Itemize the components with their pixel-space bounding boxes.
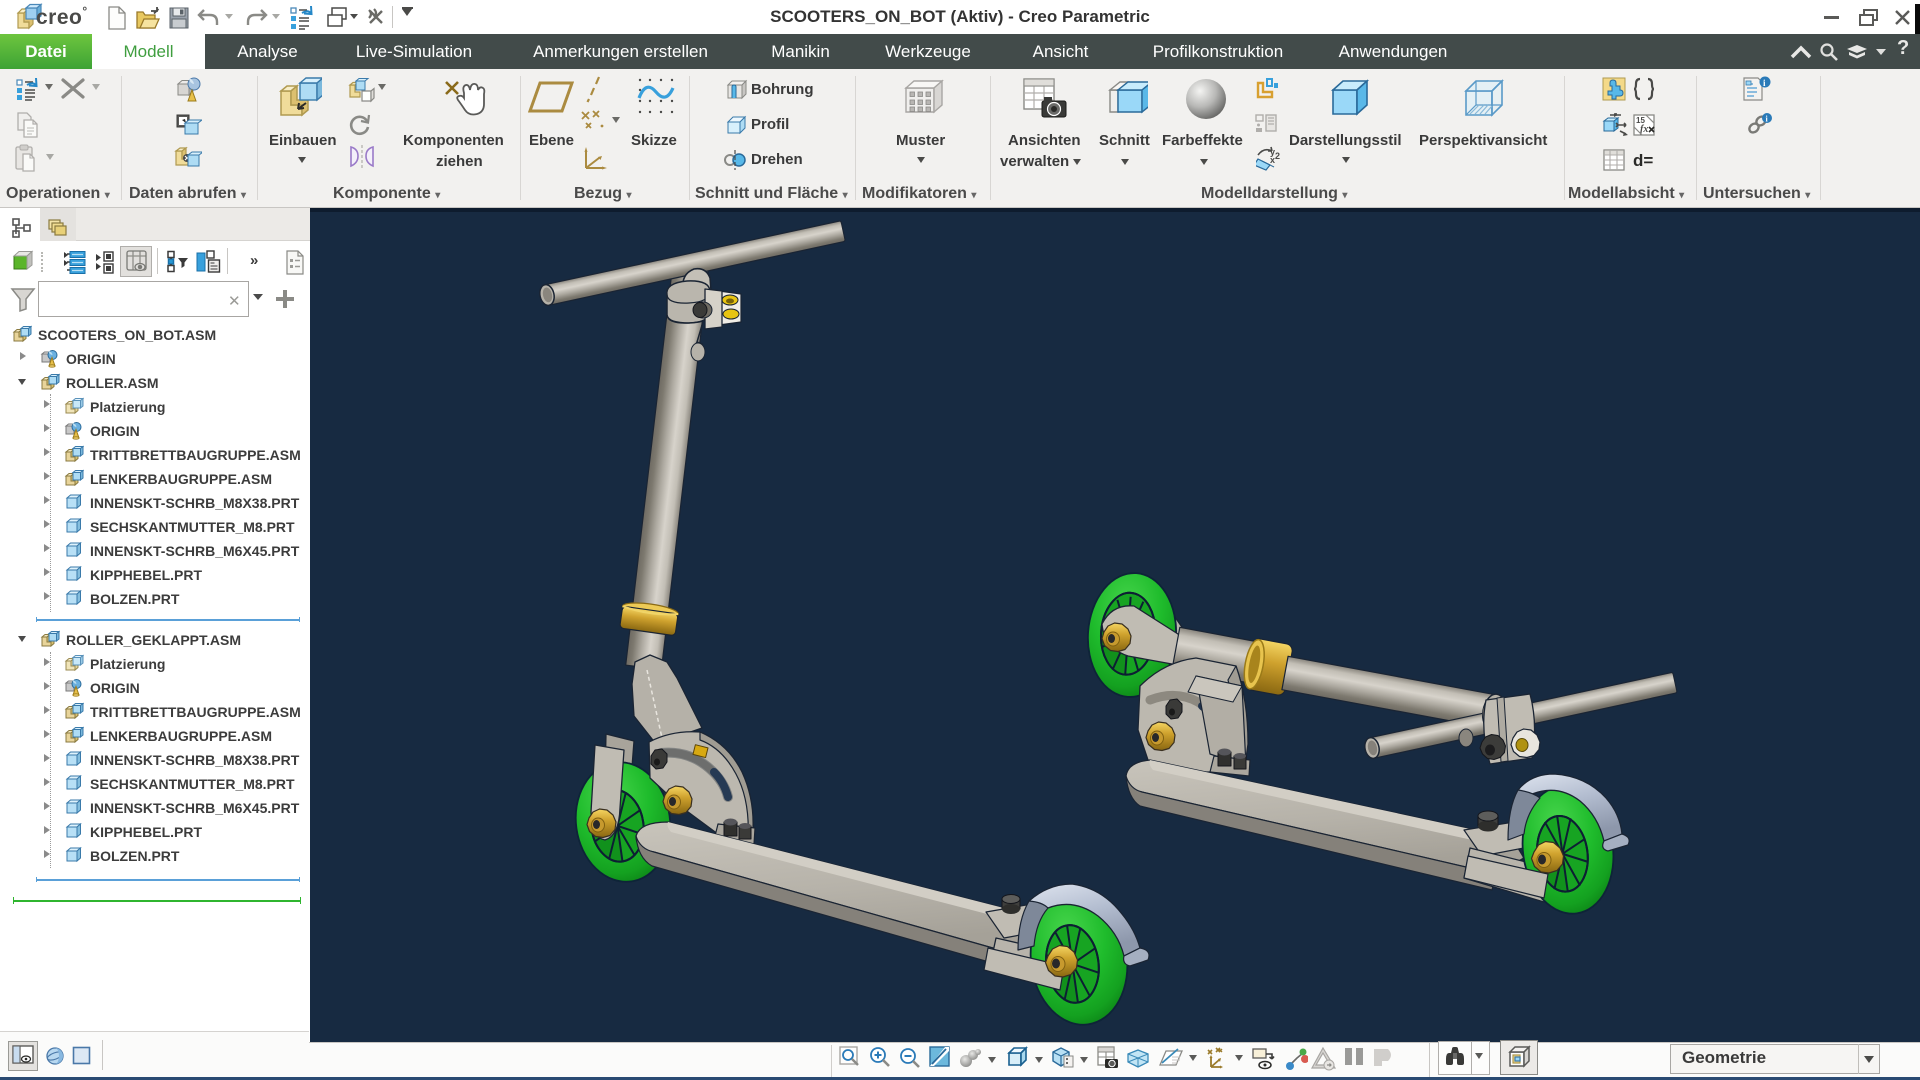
svg-text:fx: fx: [1640, 124, 1648, 135]
svg-text:d=: d=: [1633, 151, 1653, 170]
svg-text:2: 2: [1275, 151, 1280, 161]
svg-text:x: x: [1270, 155, 1275, 165]
